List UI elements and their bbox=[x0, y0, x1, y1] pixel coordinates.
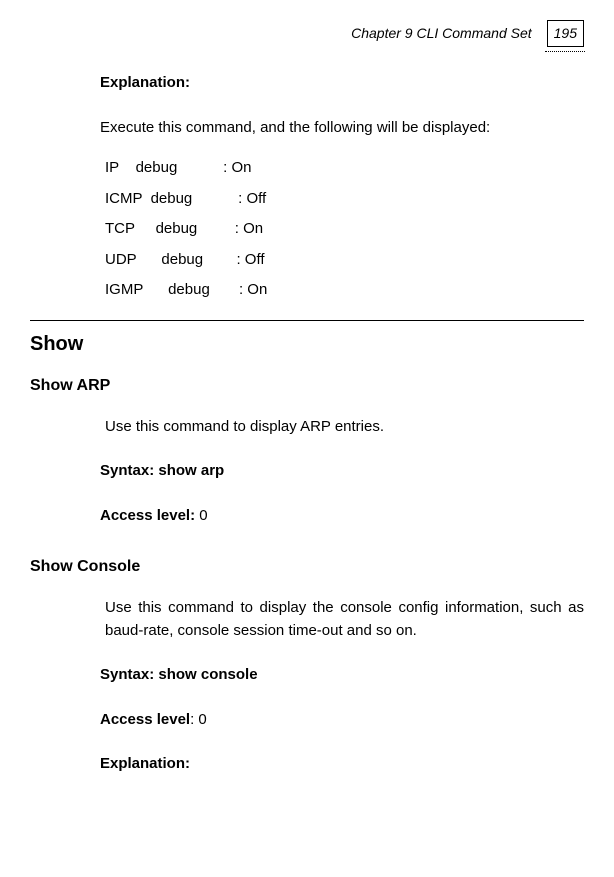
page-number-box: 195 bbox=[547, 20, 584, 47]
explanation-text: Execute this command, and the following … bbox=[100, 117, 584, 140]
show-console-access-label: Access level bbox=[100, 711, 190, 728]
show-arp-heading: Show ARP bbox=[30, 374, 584, 398]
section-divider bbox=[30, 320, 584, 321]
show-console-desc: Use this command to display the console … bbox=[105, 597, 584, 642]
chapter-title: Chapter 9 CLI Command Set bbox=[351, 23, 532, 44]
show-console-heading: Show Console bbox=[30, 555, 584, 579]
show-arp-desc: Use this command to display ARP entries. bbox=[105, 416, 584, 439]
debug-output: IP debug : On ICMP debug : Off TCP debug… bbox=[105, 157, 584, 302]
show-console-access: Access level: 0 bbox=[100, 709, 584, 732]
show-heading: Show bbox=[30, 329, 584, 359]
debug-row-icmp: ICMP debug : Off bbox=[105, 188, 584, 211]
show-console-explanation-label: Explanation: bbox=[100, 753, 584, 776]
debug-row-igmp: IGMP debug : On bbox=[105, 279, 584, 302]
debug-row-ip: IP debug : On bbox=[105, 157, 584, 180]
show-arp-access: Access level: 0 bbox=[100, 505, 584, 528]
debug-row-udp: UDP debug : Off bbox=[105, 249, 584, 272]
debug-row-tcp: TCP debug : On bbox=[105, 218, 584, 241]
page-number: 195 bbox=[554, 25, 577, 41]
show-console-access-value: : 0 bbox=[190, 711, 207, 728]
show-arp-access-label: Access level: bbox=[100, 507, 199, 524]
show-arp-syntax: Syntax: show arp bbox=[100, 460, 584, 483]
page-header: Chapter 9 CLI Command Set 195 bbox=[30, 20, 584, 47]
show-arp-access-value: 0 bbox=[199, 507, 207, 524]
explanation-label: Explanation: bbox=[100, 72, 584, 95]
show-console-syntax: Syntax: show console bbox=[100, 664, 584, 687]
